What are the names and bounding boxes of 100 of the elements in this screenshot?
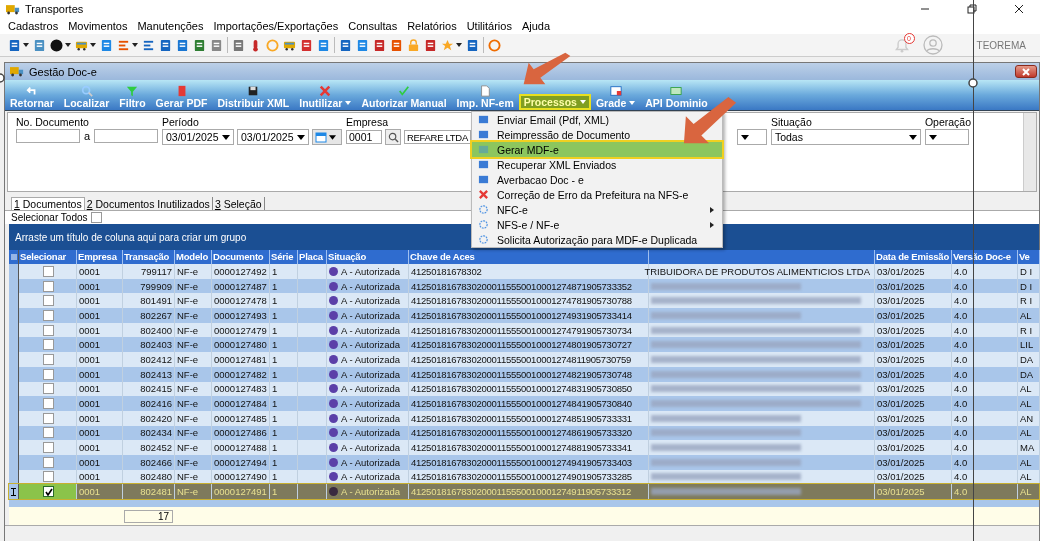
checkbox[interactable] [43,398,54,410]
operation-dropdown[interactable] [924,129,969,145]
menu-item[interactable]: Utilitários [466,20,512,32]
circle-icon[interactable] [50,38,63,52]
document-icon[interactable] [466,38,479,52]
document-icon[interactable] [100,38,113,52]
table-cell: 0000127492 [212,264,270,279]
menu-item[interactable]: Cadastros [8,20,59,32]
tab[interactable]: 1 Documentos [11,197,85,210]
search-icon [80,85,93,97]
caret-icon [629,101,636,105]
calendar-button[interactable] [312,129,342,145]
toolbar-button[interactable]: Autorizar Manual [356,80,452,110]
window-title: Transportes [25,3,84,15]
menu-item[interactable]: Movimentos [68,20,128,32]
caret-icon[interactable] [65,43,71,47]
caret-icon[interactable] [23,43,29,47]
checkbox[interactable] [43,265,54,277]
document-icon[interactable] [232,38,245,52]
restore-icon[interactable] [967,4,977,14]
date-dropdown[interactable]: 03/01/2025 [237,129,309,145]
menu-item[interactable]: Solicita Autorização para MDF-e Duplicada [472,232,722,247]
table-cell: 802412 [123,352,175,367]
toolbar-button[interactable]: Localizar [58,80,115,110]
table-cell: 1 [270,352,298,367]
menu-item[interactable]: Importações/Exportações [213,20,339,32]
input-field[interactable] [94,129,158,143]
menu-item[interactable]: NFC-e [472,202,722,217]
checkbox[interactable] [43,456,54,468]
menu-item[interactable]: Manutenções [137,20,204,32]
submenu-arrow-icon [710,221,714,228]
menu-item[interactable]: Consultas [348,20,398,32]
table-row[interactable]: 0001 802452 NF-e 0000127488 1 A - Autorizada 41250181678302000115550010001274881905733341 03/01/2025 4.0 MA [9,440,1039,455]
checkbox[interactable] [43,280,54,292]
menu-item[interactable]: Gerar MDF-e [472,142,722,157]
checkbox[interactable] [43,295,54,307]
menu-item[interactable]: Relatórios [407,20,457,32]
table-row[interactable]: 0001 801491 NF-e 0000127478 1 A - Autorizada 41250181678302000115550010001274781905730788 03/01/2025 4.0 R I [9,293,1039,309]
table-cell: NF-e [175,366,212,382]
input-field[interactable]: 0001 [346,130,382,144]
dropdown[interactable] [736,129,767,145]
table-cell: NF-e [175,308,212,323]
table-cell: 41250181678302000115550010001274811905730759 [409,352,649,367]
scrollbar[interactable] [1023,113,1036,191]
star-icon[interactable] [441,38,454,52]
document-icon[interactable] [159,38,172,52]
checkbox[interactable] [43,486,54,498]
company-name-field[interactable]: REFARE LTDA [404,130,471,144]
status-text: A - Autorizada [341,309,401,321]
table-cell: 41250181678302000115550010001274841905730840 [409,396,649,411]
checkbox[interactable] [43,368,54,380]
checkbox[interactable] [43,412,54,424]
menu-item[interactable]: NFS-e / NF-e [472,217,722,232]
table-row[interactable]: 0001 799117 NF-e 0000127492 1 A - Autorizada 41250181678302 TRIBUIDORA DE PRODUTOS ALIMENTICIOS LTDA 03/01/2025 4.0 D I [9,264,1039,279]
table-cell: 0001 [77,454,123,470]
table-cell: AL [1018,308,1040,323]
truck-icon [6,3,20,15]
table-row[interactable]: 0001 802412 NF-e 0000127481 1 A - Autorizada 41250181678302000115550010001274811905730759 03/01/2025 4.0 DA [9,352,1039,367]
menu-item[interactable]: Averbacao Doc - e [472,172,722,187]
date-dropdown[interactable]: 03/01/2025 [162,129,234,145]
input-field[interactable] [16,129,80,143]
cross-icon [478,189,489,200]
checkbox[interactable] [43,427,54,439]
document-icon[interactable] [424,38,437,52]
caret-icon[interactable] [90,43,96,47]
list-icon[interactable] [142,38,155,52]
menu-item[interactable]: Reimpressão de Documento [472,127,722,142]
column-chooser-icon[interactable] [10,254,17,260]
status-text: A - Autorizada [341,368,401,380]
close-button[interactable] [1015,65,1037,78]
status-text: A - Autorizada [341,353,401,365]
field-label: Operação [924,116,972,128]
tab[interactable]: 3 Seleção [212,197,265,210]
checkbox[interactable] [43,339,54,351]
status-dropdown[interactable]: Todas [770,129,921,145]
menu-item[interactable]: Enviar Email (Pdf, XML) [472,112,722,127]
group-hint: Arraste um título de coluna aqui para criar um grupo [15,231,247,243]
menu-item[interactable]: Recuperar XML Enviados [472,157,722,172]
checkbox[interactable] [43,383,54,395]
status-text: A - Autorizada [341,339,401,351]
checkbox[interactable] [90,212,102,223]
submenu-arrow-icon [710,206,714,213]
menu-item[interactable]: Correção de Erro da Prefeitura na NFS-e [472,187,722,202]
checkbox[interactable] [43,471,54,483]
caret-icon[interactable] [456,43,462,47]
search-button[interactable] [385,129,401,145]
toolbar-button[interactable]: Imp. NF-em [451,80,519,110]
checkbox[interactable] [43,309,54,321]
menu-item[interactable]: Ajuda [521,20,551,32]
status-text: A - Autorizada [341,456,401,468]
close-icon[interactable] [1014,4,1024,14]
checkbox[interactable] [43,324,54,336]
row-selector[interactable] [9,484,19,499]
document-icon[interactable] [8,38,21,52]
checkbox[interactable] [43,353,54,365]
document-icon[interactable] [317,38,330,52]
tab[interactable]: 2 Documentos Inutilizados [84,197,213,210]
status-text: A - Autorizada [341,398,401,410]
caret-icon[interactable] [132,43,138,47]
checkbox[interactable] [43,442,54,454]
